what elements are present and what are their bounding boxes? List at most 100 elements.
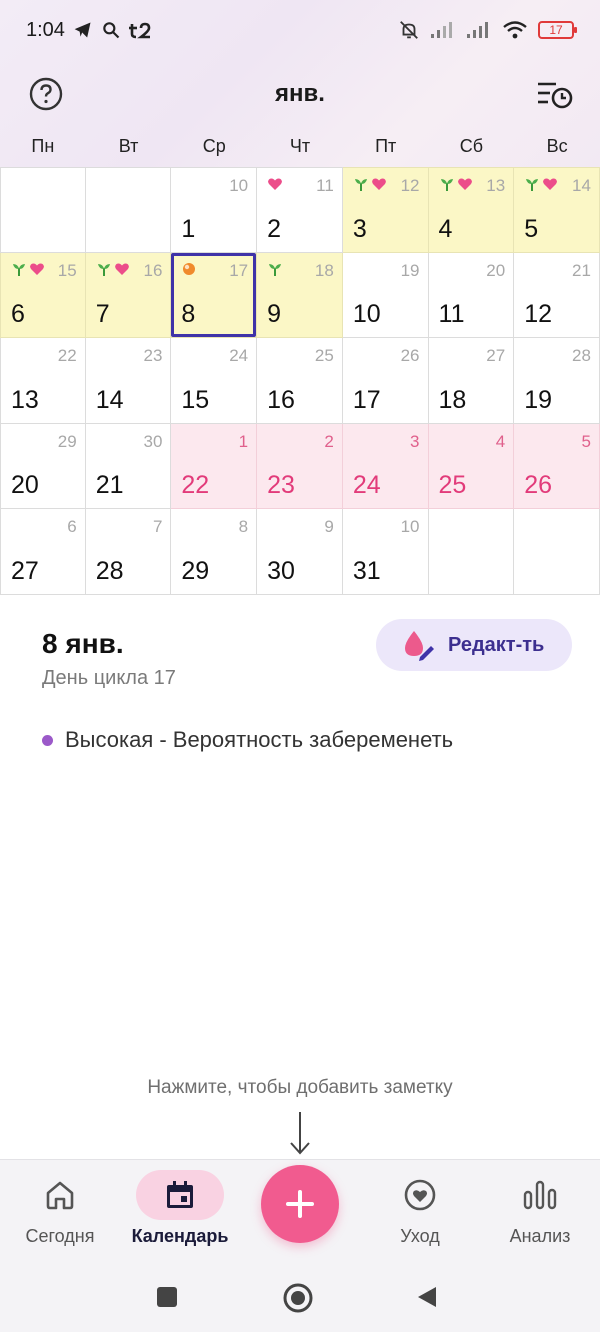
weekday-label: Пт <box>375 136 397 156</box>
calendar-grid: 10 1 11 2 12 3 13 4 14 5 15 6 16 7 17 8 18 9 19 10 20 11 21 12 2… <box>0 167 600 595</box>
date-number: 21 <box>95 471 124 500</box>
calendar-day-cell[interactable]: 11 2 <box>257 167 343 253</box>
heart-circle-icon <box>404 1179 436 1211</box>
calendar-day-cell[interactable]: 16 7 <box>85 252 172 339</box>
cycle-day-number: 4 <box>495 431 506 451</box>
cycle-day-number: 1 <box>238 431 249 451</box>
calendar-day-cell[interactable]: 14 5 <box>514 167 600 253</box>
cycle-day-number: 10 <box>400 517 420 537</box>
date-number: 12 <box>524 300 553 329</box>
sprout-icon <box>440 179 453 191</box>
calendar-day-cell[interactable]: 19 10 <box>342 252 429 339</box>
arrow-down-icon <box>290 1112 310 1155</box>
calendar-day-cell[interactable]: 1 22 <box>171 423 258 510</box>
calendar-day-cell[interactable]: 24 15 <box>171 338 258 424</box>
cycle-day-number: 29 <box>57 431 77 451</box>
cycle-day-number: 20 <box>486 260 506 280</box>
date-number: 25 <box>438 471 467 500</box>
day-marks <box>181 261 197 277</box>
nav-analysis[interactable]: Анализ <box>480 1160 600 1262</box>
date-number: 9 <box>267 300 282 329</box>
calendar-day-cell[interactable]: 25 16 <box>257 338 343 424</box>
calendar-day-cell[interactable]: 18 9 <box>257 252 343 339</box>
heart-icon <box>114 263 129 275</box>
nav-today-label: Сегодня <box>25 1226 95 1246</box>
calendar-day-cell[interactable]: 29 20 <box>0 423 86 510</box>
day-marks <box>96 261 130 277</box>
edit-button-label: Редакт-ть <box>448 633 545 656</box>
calendar-day-cell[interactable]: 17 8 <box>171 252 258 339</box>
cycle-day-number: 3 <box>410 431 420 451</box>
calendar-day-cell[interactable]: 20 11 <box>428 252 515 339</box>
calendar-day-cell[interactable]: 3 24 <box>342 423 429 510</box>
edit-period-button[interactable]: Редакт-ть <box>376 619 572 671</box>
cycle-day-label: День цикла 17 <box>42 667 176 689</box>
date-number: 19 <box>524 385 553 414</box>
calendar-day-cell[interactable]: 8 29 <box>171 509 258 595</box>
cycle-history-icon[interactable] <box>534 76 574 112</box>
date-number: 8 <box>181 300 196 329</box>
calendar-day-cell[interactable]: 12 3 <box>342 167 429 253</box>
calendar-day-cell[interactable]: 21 12 <box>514 252 600 339</box>
date-number: 14 <box>95 385 124 414</box>
carrier-logo-icon <box>128 22 151 39</box>
date-number: 26 <box>524 471 553 500</box>
date-number: 2 <box>267 214 282 243</box>
date-number: 28 <box>95 556 124 585</box>
home-button[interactable] <box>282 1282 314 1314</box>
calendar-day-cell[interactable]: 6 27 <box>0 509 86 595</box>
probability-text: Высокая - Вероятность забеременеть <box>65 727 454 752</box>
calendar-day-cell[interactable]: 27 18 <box>428 338 515 424</box>
weekday-label: Вт <box>118 136 139 156</box>
calendar-day-cell[interactable]: 4 25 <box>428 423 515 510</box>
calendar-day-cell[interactable]: 15 6 <box>0 252 86 339</box>
day-marks <box>267 176 283 192</box>
calendar-day-cell[interactable]: 5 26 <box>514 423 600 510</box>
bar-chart-icon <box>523 1180 557 1210</box>
cycle-day-number: 18 <box>314 260 334 280</box>
calendar-day-cell[interactable]: 13 4 <box>428 167 515 253</box>
cycle-day-number: 16 <box>143 260 163 280</box>
nav-analysis-label: Анализ <box>509 1226 571 1246</box>
weekday-label: Ср <box>202 136 226 156</box>
date-number: 13 <box>11 385 39 414</box>
date-number: 18 <box>438 385 467 414</box>
calendar-day-cell[interactable]: 10 1 <box>171 167 258 253</box>
calendar-day-cell[interactable]: 10 31 <box>342 509 429 595</box>
nav-care[interactable]: Уход <box>360 1160 480 1262</box>
date-number: 22 <box>181 471 210 500</box>
cycle-day-number: 13 <box>486 176 506 195</box>
calendar-day-cell[interactable]: 9 30 <box>257 509 343 595</box>
calendar-day-cell[interactable]: 2 23 <box>257 423 343 510</box>
date-number: 3 <box>352 214 367 243</box>
weekday-label: Сб <box>459 136 484 156</box>
heart-icon <box>30 263 44 275</box>
calendar-day-cell[interactable]: 28 19 <box>514 338 600 424</box>
date-number: 31 <box>352 556 381 585</box>
cycle-day-number: 25 <box>314 346 334 366</box>
status-left: 1:04 <box>26 19 155 42</box>
date-number: 30 <box>267 556 295 585</box>
nav-calendar[interactable]: Календарь <box>120 1160 240 1262</box>
cycle-day-number: 22 <box>57 346 77 366</box>
probability-dot <box>42 734 53 746</box>
cycle-day-number: 26 <box>400 346 420 366</box>
date-number: 29 <box>181 556 210 585</box>
recents-button[interactable] <box>154 1284 180 1310</box>
calendar-day-cell[interactable]: 26 17 <box>342 338 429 424</box>
cycle-day-number: 24 <box>229 346 249 366</box>
back-button[interactable] <box>414 1284 440 1310</box>
heart-icon <box>457 178 472 190</box>
calendar-day-cell[interactable]: 23 14 <box>85 338 172 424</box>
sprout-icon <box>526 179 539 191</box>
calendar-day-cell[interactable]: 7 28 <box>85 509 172 595</box>
nav-today[interactable]: Сегодня <box>0 1160 120 1262</box>
date-number: 23 <box>267 471 295 500</box>
add-note-hint[interactable]: Нажмите, чтобы добавить заметку <box>0 1077 600 1099</box>
calendar-day-cell[interactable]: 22 13 <box>0 338 86 424</box>
drop-edit-icon <box>405 631 434 661</box>
month-title[interactable]: янв. <box>0 80 600 108</box>
add-button[interactable] <box>261 1165 339 1243</box>
calendar-day-cell[interactable]: 30 21 <box>85 423 172 510</box>
calendar-empty-cell <box>85 167 172 253</box>
